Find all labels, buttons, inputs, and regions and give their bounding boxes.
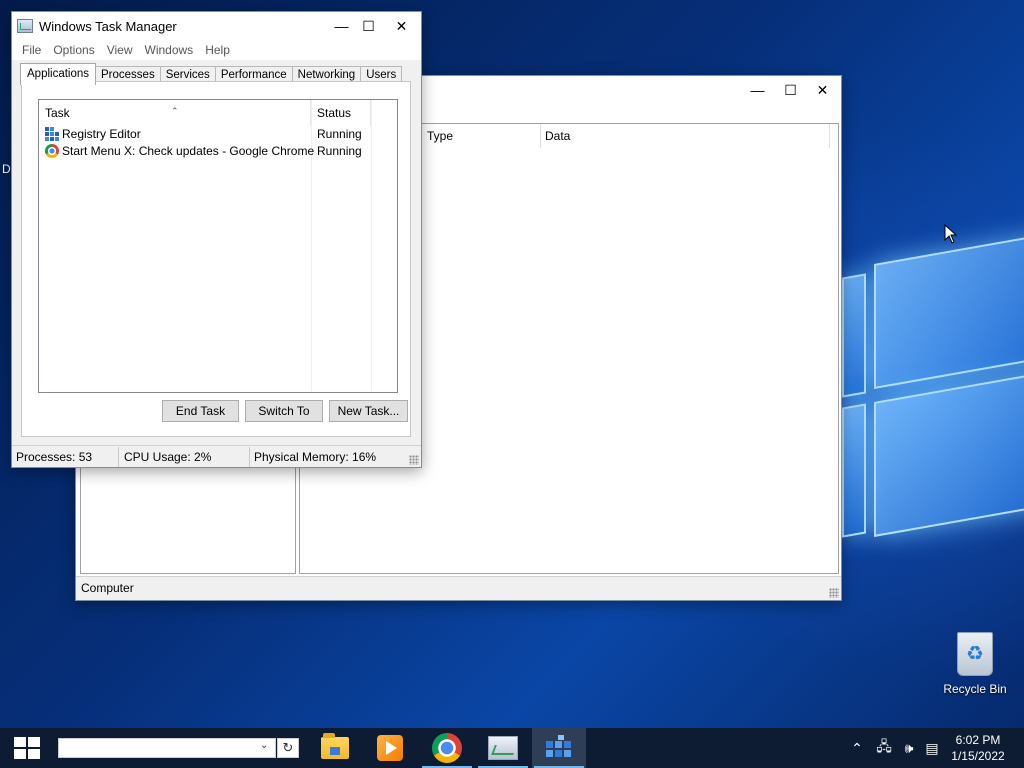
maximize-button[interactable]: ☐	[352, 12, 385, 40]
taskbar: ⌄ ↻ ⌃ 🖧 🕪 6:02 PM 1/15/2022 ▤	[0, 728, 1024, 768]
end-task-button[interactable]: End Task	[162, 400, 239, 422]
menu-bar: File Options View Windows Help	[12, 40, 421, 60]
task-manager-icon	[488, 736, 518, 760]
start-button[interactable]	[0, 728, 54, 768]
status-physical-memory: Physical Memory: 16%	[254, 450, 377, 464]
column-header-data[interactable]: Data	[541, 124, 830, 148]
task-manager-titlebar[interactable]: Windows Task Manager — ☐ ✕	[12, 12, 421, 40]
taskbar-task-manager[interactable]	[476, 728, 530, 768]
menu-file[interactable]: File	[16, 43, 47, 57]
sort-ascending-icon: ⌃	[171, 106, 179, 116]
status-processes: Processes: 53	[12, 447, 119, 467]
registry-tree-pane[interactable]	[80, 468, 296, 574]
task-status: Running	[317, 127, 362, 141]
list-item[interactable]: Start Menu X: Check updates - Google Chr…	[39, 143, 397, 160]
chrome-icon	[45, 144, 59, 158]
clock-date: 1/15/2022	[951, 749, 1005, 763]
close-button[interactable]: ✕	[806, 76, 839, 104]
menu-help[interactable]: Help	[199, 43, 236, 57]
switch-to-button[interactable]: Switch To	[245, 400, 323, 422]
windows-logo-icon	[14, 737, 40, 759]
new-task-button[interactable]: New Task...	[329, 400, 408, 422]
chrome-icon	[432, 733, 462, 763]
desktop-edge-label: D	[2, 162, 11, 176]
action-center-icon[interactable]: ▤	[920, 728, 944, 768]
column-header-status[interactable]: Status	[311, 100, 371, 126]
file-explorer-icon	[321, 733, 349, 759]
applications-panel: Task ⌃ Status Registry Editor Running St…	[21, 81, 411, 437]
clock-time: 6:02 PM	[955, 733, 1001, 747]
task-manager-app-icon	[17, 19, 33, 33]
chevron-down-icon[interactable]: ⌄	[260, 740, 268, 751]
minimize-button[interactable]: —	[741, 76, 774, 104]
task-manager-window[interactable]: Windows Task Manager — ☐ ✕ File Options …	[11, 11, 422, 468]
taskbar-search-input[interactable]	[58, 738, 276, 758]
system-clock[interactable]: 6:02 PM 1/15/2022	[940, 732, 1016, 764]
task-name: Registry Editor	[62, 127, 141, 141]
taskbar-registry-editor[interactable]	[532, 728, 586, 768]
column-header-task[interactable]: Task ⌃	[39, 100, 311, 126]
task-manager-status-bar: Processes: 53 CPU Usage: 2% Physical Mem…	[12, 445, 421, 467]
recycle-bin-label: Recycle Bin	[943, 682, 1007, 696]
window-title: Windows Task Manager	[39, 18, 177, 34]
task-manager-body: Applications Processes Services Performa…	[12, 60, 421, 445]
registry-editor-icon	[546, 735, 572, 761]
task-name: Start Menu X: Check updates - Google Chr…	[62, 144, 315, 158]
refresh-icon[interactable]: ↻	[277, 738, 299, 758]
list-item[interactable]: Registry Editor Running	[39, 126, 397, 143]
windows-wallpaper-logo	[842, 212, 1024, 567]
menu-options[interactable]: Options	[47, 43, 100, 57]
maximize-button[interactable]: ☐	[774, 76, 807, 104]
tab-applications[interactable]: Applications	[20, 63, 97, 85]
registry-status-path: Computer	[81, 581, 134, 595]
status-cpu-usage: CPU Usage: 2%	[119, 447, 250, 467]
taskbar-file-explorer[interactable]	[308, 728, 362, 768]
resize-grip-icon[interactable]	[409, 455, 419, 465]
menu-windows[interactable]: Windows	[139, 43, 200, 57]
taskbar-media-player[interactable]	[363, 728, 417, 768]
recycle-bin[interactable]: Recycle Bin	[940, 632, 1010, 696]
column-header-task-label: Task	[45, 106, 70, 120]
taskbar-chrome[interactable]	[420, 728, 474, 768]
desktop: D Recycle Bin — ☐ ✕ Type Data Computer W…	[0, 0, 1024, 728]
volume-icon[interactable]: 🕪	[898, 728, 920, 768]
close-button[interactable]: ✕	[385, 12, 418, 40]
show-hidden-icons-chevron-icon[interactable]: ⌃	[846, 728, 868, 768]
recycle-bin-icon	[957, 632, 993, 676]
registry-editor-icon	[45, 127, 59, 141]
task-status: Running	[317, 144, 362, 158]
registry-status-bar: Computer	[76, 576, 841, 600]
column-header-type[interactable]: Type	[423, 124, 541, 148]
media-player-icon	[377, 735, 403, 761]
menu-view[interactable]: View	[101, 43, 139, 57]
network-icon[interactable]: 🖧	[872, 728, 896, 768]
task-list[interactable]: Task ⌃ Status Registry Editor Running St…	[38, 99, 398, 393]
resize-grip-icon[interactable]	[829, 588, 839, 598]
